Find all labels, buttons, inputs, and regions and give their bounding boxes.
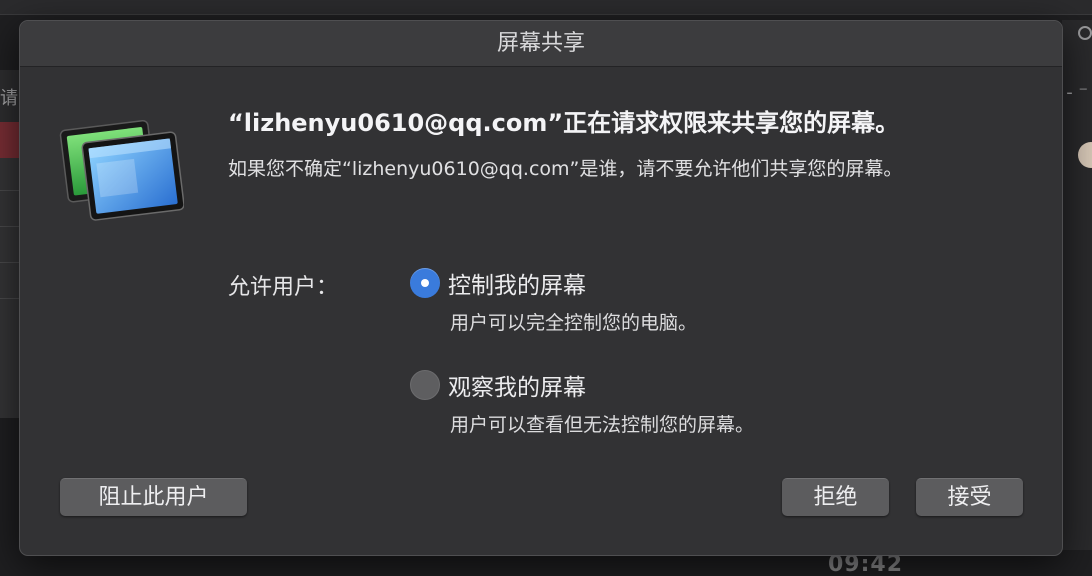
accept-button[interactable]: 接受 — [916, 478, 1023, 516]
reject-button[interactable]: 拒绝 — [782, 478, 889, 516]
radio-selected-icon[interactable] — [410, 268, 440, 298]
background-divider — [0, 226, 20, 227]
control-screen-description: 用户可以完全控制您的电脑。 — [450, 312, 698, 334]
radio-unselected-icon[interactable] — [410, 370, 440, 400]
observe-screen-label[interactable]: 观察我的屏幕 — [448, 368, 586, 402]
request-headline: “lizhenyu0610@qq.com”正在请求权限来共享您的屏幕。 — [228, 109, 900, 137]
background-top-bar — [0, 0, 1092, 15]
search-icon — [1078, 26, 1092, 40]
dialog-title: 屏幕共享 — [20, 21, 1062, 67]
background-divider — [0, 298, 20, 299]
observe-screen-description: 用户可以查看但无法控制您的屏幕。 — [450, 414, 755, 436]
screen-sharing-dialog: 屏幕共享 “lizhenyu0610@qq.com”正在请求权限来共享您的屏幕。… — [19, 20, 1063, 556]
background-sidebar — [0, 158, 20, 418]
background-divider — [0, 262, 20, 263]
background-text: - ⁻ — [1066, 82, 1088, 103]
background-divider — [0, 190, 20, 191]
request-warning-text: 如果您不确定“lizhenyu0610@qq.com”是谁，请不要允许他们共享您… — [228, 158, 903, 180]
block-user-button[interactable]: 阻止此用户 — [60, 478, 247, 516]
screen-sharing-icon — [59, 119, 184, 221]
control-screen-label[interactable]: 控制我的屏幕 — [448, 266, 586, 300]
allow-user-label: 允许用户： — [228, 275, 339, 300]
radio-dot — [421, 279, 429, 287]
